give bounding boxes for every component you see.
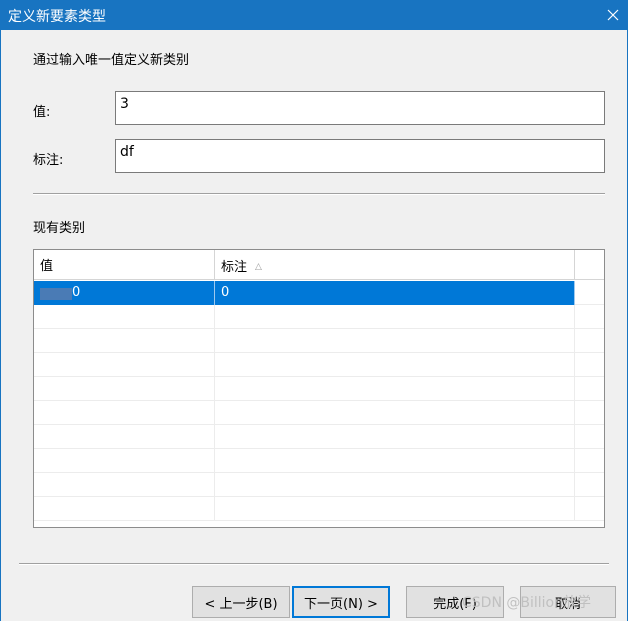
- note-field[interactable]: df: [115, 139, 605, 173]
- intro-text: 通过输入唯一值定义新类别: [33, 53, 190, 68]
- sort-ascending-icon: △: [255, 262, 262, 272]
- focus-marker: [40, 288, 72, 300]
- empty-row: [34, 497, 604, 521]
- close-icon[interactable]: [598, 0, 628, 30]
- category-grid[interactable]: 值 标注 △ 0 0: [33, 249, 605, 528]
- back-button[interactable]: < 上一步(B): [192, 586, 290, 618]
- empty-row: [34, 377, 604, 401]
- empty-row: [34, 425, 604, 449]
- existing-categories-title: 现有类别: [33, 221, 86, 236]
- column-header-value[interactable]: 值: [34, 250, 215, 280]
- value-cell[interactable]: 0: [34, 281, 215, 305]
- empty-row: [34, 449, 604, 473]
- empty-row: [34, 401, 604, 425]
- separator: [33, 193, 605, 195]
- column-header-note[interactable]: 标注 △: [215, 250, 575, 280]
- window-title: 定义新要素类型: [8, 9, 106, 25]
- table-row[interactable]: 0 0: [34, 281, 604, 305]
- note-cell[interactable]: 0: [215, 281, 575, 305]
- empty-row: [34, 305, 604, 329]
- next-button[interactable]: 下一页(N) >: [292, 586, 390, 618]
- empty-row: [34, 353, 604, 377]
- grid-header: 值 标注 △: [34, 250, 604, 280]
- value-field[interactable]: 3: [115, 91, 605, 125]
- watermark: CSDN @Billion放学: [462, 595, 591, 611]
- title-bar: 定义新要素类型: [0, 0, 628, 30]
- empty-row: [34, 329, 604, 353]
- value-label: 值:: [33, 105, 51, 120]
- bottom-separator: [19, 563, 609, 565]
- note-label: 标注:: [33, 153, 64, 168]
- empty-row: [34, 473, 604, 497]
- empty-cell: [575, 281, 604, 305]
